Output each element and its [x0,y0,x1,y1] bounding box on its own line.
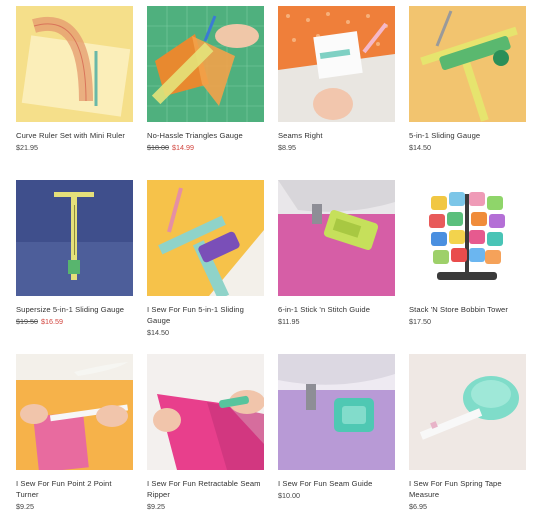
product-card[interactable]: I Sew For Fun Point 2 Point Turner $9.25 [16,354,133,512]
product-card[interactable]: 5-in-1 Sliding Gauge $14.50 [409,6,526,153]
product-price: $10.00 [278,490,395,501]
product-card[interactable]: 6-in-1 Stick 'n Stitch Guide $11.95 [278,180,395,327]
product-title[interactable]: I Sew For Fun Seam Guide [278,478,395,489]
regular-price: $21.95 [16,143,38,152]
regular-price: $14.50 [409,143,431,152]
product-image-supersize-gauge[interactable] [16,180,133,296]
original-price: $19.50 [16,317,38,326]
regular-price: $17.50 [409,317,431,326]
regular-price: $6.95 [409,502,427,511]
product-price: $14.50 [409,142,526,153]
product-title[interactable]: Curve Ruler Set with Mini Ruler [16,130,133,141]
product-image-point-turner[interactable] [16,354,133,470]
sale-price: $16.59 [40,317,63,326]
product-card[interactable]: No-Hassle Triangles Gauge $18.00 $14.99 [147,6,264,153]
product-title[interactable]: Stack 'N Store Bobbin Tower [409,304,526,315]
regular-price: $10.00 [278,491,300,500]
product-title[interactable]: I Sew For Fun Retractable Seam Ripper [147,478,264,500]
product-price: $19.50 $16.59 [16,316,133,327]
product-image-curve-ruler[interactable] [16,6,133,122]
product-title[interactable]: 6-in-1 Stick 'n Stitch Guide [278,304,395,315]
regular-price: $11.95 [278,317,300,326]
product-title[interactable]: I Sew For Fun Spring Tape Measure [409,478,526,500]
product-title[interactable]: No-Hassle Triangles Gauge [147,130,264,141]
original-price: $18.00 [147,143,169,152]
product-price: $21.95 [16,142,133,153]
product-price: $14.50 [147,327,264,338]
product-price: $18.00 $14.99 [147,142,264,153]
product-image-isff-sliding-gauge[interactable] [147,180,264,296]
product-title[interactable]: I Sew For Fun 5-in-1 Sliding Gauge [147,304,264,326]
product-title[interactable]: Supersize 5-in-1 Sliding Gauge [16,304,133,315]
product-grid: Curve Ruler Set with Mini Ruler $21.95 N… [0,0,540,515]
product-price: $6.95 [409,501,526,512]
regular-price: $9.25 [16,502,34,511]
product-card[interactable]: Supersize 5-in-1 Sliding Gauge $19.50 $16… [16,180,133,327]
product-image-stick-n-stitch[interactable] [278,180,395,296]
regular-price: $14.50 [147,328,169,337]
product-image-tape-measure[interactable] [409,354,526,470]
product-title[interactable]: 5-in-1 Sliding Gauge [409,130,526,141]
product-image-seam-guide[interactable] [278,354,395,470]
product-card[interactable]: Curve Ruler Set with Mini Ruler $21.95 [16,6,133,153]
product-title[interactable]: Seams Right [278,130,395,141]
product-price: $8.95 [278,142,395,153]
product-price: $9.25 [16,501,133,512]
product-card[interactable]: Seams Right $8.95 [278,6,395,153]
product-price: $9.25 [147,501,264,512]
product-image-sliding-gauge[interactable] [409,6,526,122]
regular-price: $8.95 [278,143,296,152]
product-image-bobbin-tower[interactable] [409,180,526,296]
product-card[interactable]: I Sew For Fun Retractable Seam Ripper $9… [147,354,264,512]
product-price: $17.50 [409,316,526,327]
product-card[interactable]: I Sew For Fun 5-in-1 Sliding Gauge $14.5… [147,180,264,338]
product-image-triangles-gauge[interactable] [147,6,264,122]
product-title[interactable]: I Sew For Fun Point 2 Point Turner [16,478,133,500]
regular-price: $9.25 [147,502,165,511]
product-price: $11.95 [278,316,395,327]
product-card[interactable]: I Sew For Fun Seam Guide $10.00 [278,354,395,501]
product-card[interactable]: Stack 'N Store Bobbin Tower $17.50 [409,180,526,327]
sale-price: $14.99 [171,143,194,152]
product-image-seam-ripper[interactable] [147,354,264,470]
product-card[interactable]: I Sew For Fun Spring Tape Measure $6.95 [409,354,526,512]
product-image-seams-right[interactable] [278,6,395,122]
